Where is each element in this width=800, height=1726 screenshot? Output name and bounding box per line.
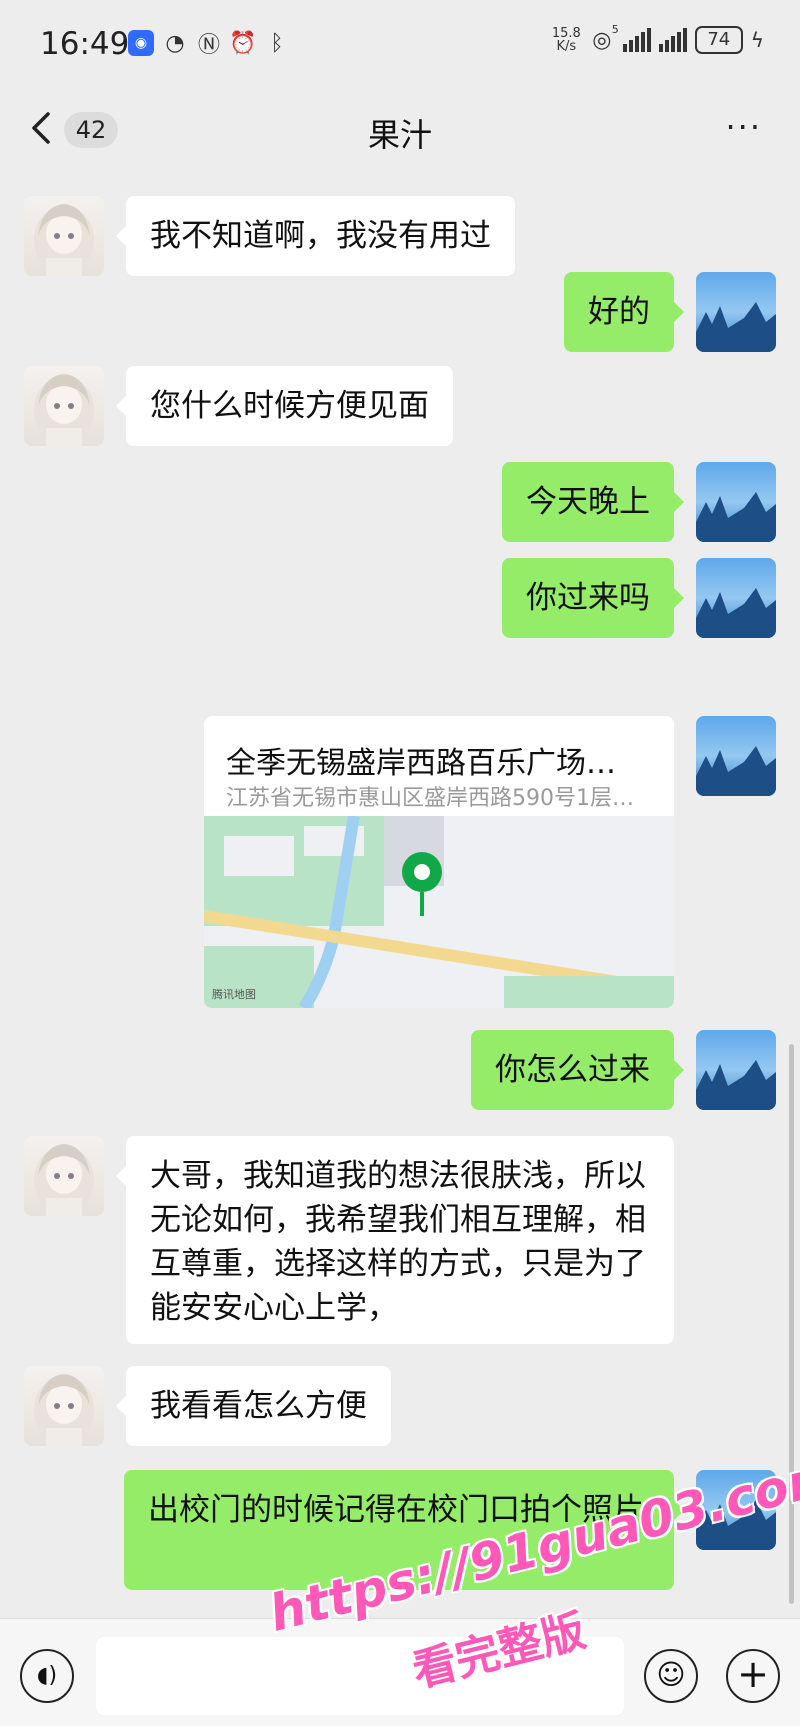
input-bar: ◖) ☺ + [0,1618,800,1726]
location-message-card[interactable]: 全季无锡盛岸西路百乐广场… 江苏省无锡市惠山区盛岸西路590号1层… 腾讯地图 [204,716,674,1008]
nfc-icon: Ⓝ [197,33,220,58]
chat-header: 42 果汁 ··· [0,92,800,168]
message-text: 你过来吗 [526,580,650,616]
message-bubble-incoming[interactable]: 我看看怎么方便 [116,1366,391,1446]
message-bubble-incoming[interactable]: 我不知道啊，我没有用过 [116,196,515,276]
network-speed: 15.8 K/s [552,27,581,53]
girl-avatar-icon [34,1144,94,1216]
hotspot-icon: ◎ 5 [592,23,619,53]
map-pin-icon [402,852,442,916]
emoji-button[interactable]: ☺ [644,1649,698,1703]
contact-avatar[interactable] [24,1136,104,1216]
status-right: 15.8 K/s ◎ 5 74 ϟ [552,23,764,54]
status-bar: 16:49 ◉ ◔ Ⓝ ⏰ ᛒ 15.8 K/s ◎ 5 74 ϟ [0,0,800,92]
my-avatar[interactable] [696,462,776,542]
message-bubble-outgoing[interactable]: 今天晚上 [502,462,684,542]
message-text: 我看看怎么方便 [150,1388,367,1424]
landscape-avatar-icon [696,302,776,352]
message-bubble-incoming[interactable]: 大哥，我知道我的想法很肤浅，所以无论如何，我希望我们相互理解，相互尊重，选择这样… [116,1136,674,1344]
landscape-avatar-icon [696,588,776,638]
girl-avatar-icon [34,1374,94,1446]
alarm-icon: ⏰ [229,30,257,56]
my-avatar[interactable] [696,558,776,638]
more-options-button[interactable]: ··· [725,108,762,146]
my-avatar[interactable] [696,716,776,796]
girl-avatar-icon [34,204,94,276]
more-functions-button[interactable]: + [726,1649,780,1703]
status-notification-icons: ◉ ◔ Ⓝ ⏰ ᛒ [128,30,290,58]
message-bubble-outgoing[interactable]: 你过来吗 [502,558,684,638]
message-text: 好的 [588,294,650,330]
status-time: 16:49 [40,26,130,62]
message-bubble-outgoing[interactable]: 你怎么过来 [471,1030,684,1110]
message-bubble-incoming[interactable]: 您什么时候方便见面 [116,366,453,446]
message-text: 我不知道啊，我没有用过 [150,218,491,254]
contact-avatar[interactable] [24,196,104,276]
signal-icon-1 [622,28,651,52]
message-text: 今天晚上 [526,484,650,520]
plus-icon: + [737,1652,769,1696]
message-text: 您什么时候方便见面 [150,388,429,424]
hotspot-count: 5 [611,23,619,36]
location-map-preview[interactable]: 腾讯地图 [204,815,674,1008]
my-avatar[interactable] [696,1030,776,1110]
voice-icon: ◖) [36,1663,58,1688]
speedometer-icon: ◔ [165,30,185,56]
charging-icon: ϟ [750,28,764,52]
network-speed-unit: K/s [556,39,577,54]
message-text: 你怎么过来 [495,1052,650,1088]
scrollbar[interactable] [789,1044,794,1604]
landscape-avatar-icon [696,746,776,796]
landscape-avatar-icon [696,492,776,542]
message-list[interactable]: 我不知道啊，我没有用过 好的 您什么时候方便见面 今天晚上 你过来吗 全季无锡盛… [0,168,800,1618]
message-text: 大哥，我知道我的想法很肤浅，所以无论如何，我希望我们相互理解，相互尊重，选择这样… [150,1158,646,1326]
contact-avatar[interactable] [24,366,104,446]
contact-avatar[interactable] [24,1366,104,1446]
girl-avatar-icon [34,374,94,446]
bluetooth-icon: ᛒ [270,30,284,56]
map-attribution: 腾讯地图 [212,988,256,1001]
voice-assistant-icon: ◉ [128,30,154,56]
signal-icon-2 [658,28,687,52]
my-avatar[interactable] [696,272,776,352]
battery-indicator: 74 [694,26,743,54]
landscape-avatar-icon [696,1060,776,1110]
chat-title: 果汁 [367,116,432,154]
location-name: 全季无锡盛岸西路百乐广场… [226,746,616,781]
emoji-icon: ☺ [656,1658,686,1691]
location-address: 江苏省无锡市惠山区盛岸西路590号1层… [226,786,634,811]
voice-button[interactable]: ◖) [20,1649,74,1703]
message-bubble-outgoing[interactable]: 好的 [564,272,684,352]
